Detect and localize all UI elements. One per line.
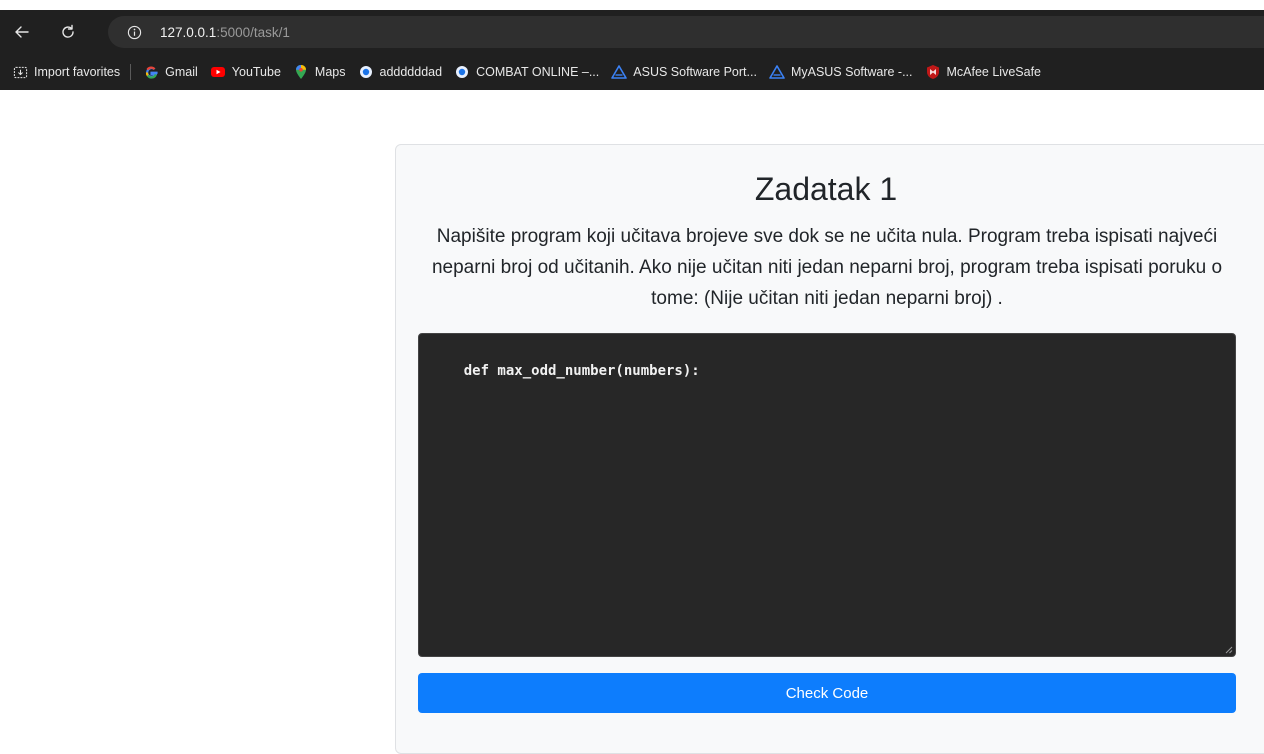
asus-icon [769,64,785,80]
reload-button[interactable] [54,18,82,46]
youtube-icon [210,64,226,80]
bookmark-label: addddddad [379,65,443,79]
mcafee-icon [925,64,941,80]
bookmark-label: Import favorites [34,65,121,79]
bookmark-label: MyASUS Software -... [790,65,913,79]
bookmark-addddddad[interactable]: addddddad [352,59,449,85]
bookmark-label: YouTube [231,65,281,79]
bookmark-maps[interactable]: Maps [287,59,352,85]
google-icon [143,64,159,80]
check-code-button[interactable]: Check Code [418,673,1236,713]
site-info-icon[interactable] [126,24,142,40]
site-dot-icon [358,64,374,80]
code-text[interactable]: def max_odd_number(numbers): [464,363,700,379]
url-path: :5000/task/1 [216,24,290,40]
back-arrow-icon [15,26,29,38]
address-bar[interactable]: 127.0.0.1:5000/task/1 [108,16,1264,48]
bookmark-label: McAfee LiveSafe [946,65,1042,79]
task-title: Zadatak 1 [754,171,898,207]
import-icon [12,64,28,80]
asus-icon [611,64,628,80]
task-card: Zadatak 1 Napišite program koji učitava … [395,144,1264,754]
reload-icon [62,24,74,38]
window-top-strip [0,0,1264,10]
bookmark-combat-online[interactable]: COMBAT ONLINE –... [448,59,605,85]
url-host: 127.0.0.1 [160,24,217,40]
bookmark-import-favorites[interactable]: Import favorites [6,59,126,85]
bookmark-label: ASUS Software Port... [633,65,757,79]
bookmark-label: Gmail [165,65,198,79]
back-button[interactable] [8,18,36,46]
site-dot-icon [454,64,470,80]
bookmarks-divider [130,64,132,80]
bookmark-myasus-software[interactable]: MyASUS Software -... [763,59,919,85]
code-editor[interactable]: def max_odd_number(numbers): [418,333,1236,657]
task-description: Napišite program koji učitava brojeve sv… [431,226,1223,309]
browser-toolbar: 127.0.0.1:5000/task/1 [0,10,1264,54]
bookmarks-bar: Import favorites Gmail YouTube Maps addd… [0,54,1264,90]
bookmark-mcafee-livesafe[interactable]: McAfee LiveSafe [919,59,1048,85]
bookmark-youtube[interactable]: YouTube [204,59,287,85]
bookmark-label: COMBAT ONLINE –... [476,65,600,79]
bookmark-gmail[interactable]: Gmail [137,59,204,85]
resize-handle-icon[interactable] [1224,645,1233,654]
maps-pin-icon [293,64,309,80]
bookmark-asus-software-portal[interactable]: ASUS Software Port... [605,59,763,85]
bookmark-label: Maps [314,65,346,79]
url-text[interactable]: 127.0.0.1:5000/task/1 [160,25,290,40]
